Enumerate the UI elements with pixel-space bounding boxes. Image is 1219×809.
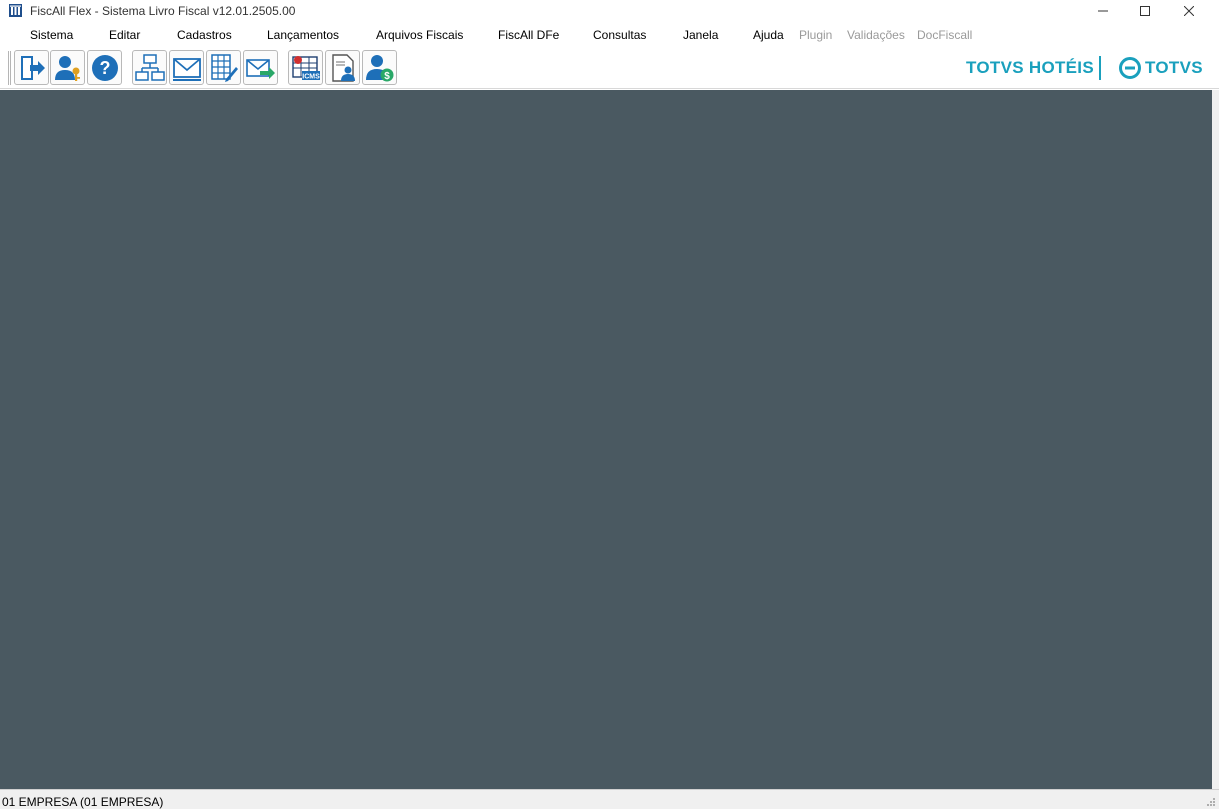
menu-editar[interactable]: Editar: [109, 28, 140, 42]
user-finance-button[interactable]: $: [362, 50, 397, 85]
menu-ajuda[interactable]: Ajuda: [753, 28, 784, 42]
user-document-icon: [331, 53, 355, 82]
mail-button[interactable]: [169, 50, 204, 85]
icms-button[interactable]: ICMS: [288, 50, 323, 85]
close-button[interactable]: [1166, 0, 1212, 22]
mdi-workspace[interactable]: [0, 90, 1212, 789]
exit-button[interactable]: [14, 50, 49, 85]
structure-button[interactable]: [132, 50, 167, 85]
menu-sistema[interactable]: Sistema: [30, 28, 73, 42]
maximize-icon: [1140, 6, 1150, 16]
menu-consultas[interactable]: Consultas: [593, 28, 646, 42]
menu-validacoes: Validações: [847, 28, 905, 42]
help-icon: ?: [91, 54, 118, 81]
spreadsheet-button[interactable]: [206, 50, 241, 85]
exit-door-icon: [20, 55, 45, 80]
toolbar-grip[interactable]: [8, 51, 11, 85]
status-bar: 01 EMPRESA (01 EMPRESA): [0, 789, 1219, 809]
menu-arquivos-fiscais[interactable]: Arquivos Fiscais: [376, 28, 463, 42]
network-structure-icon: [134, 53, 165, 81]
icms-table-icon: ICMS: [291, 55, 320, 80]
menu-plugin: Plugin: [799, 28, 833, 42]
user-document-button[interactable]: [325, 50, 360, 85]
title-bar: FiscAll Flex - Sistema Livro Fiscal v12.…: [0, 0, 1219, 22]
menu-lancamentos[interactable]: Lançamentos: [267, 28, 339, 42]
user-money-icon: $: [365, 54, 393, 82]
minimize-icon: [1098, 10, 1108, 12]
brand-totvs: TOTVS: [1145, 58, 1203, 77]
minimize-button[interactable]: [1080, 0, 1126, 22]
menu-janela[interactable]: Janela: [683, 28, 718, 42]
menu-cadastros[interactable]: Cadastros: [177, 28, 232, 42]
resize-grip-icon[interactable]: [1206, 797, 1216, 807]
window-edge: [1212, 90, 1219, 789]
svg-text:?: ?: [99, 58, 110, 78]
brand-divider: [1099, 56, 1101, 80]
maximize-button[interactable]: [1122, 0, 1168, 22]
menu-bar: Sistema Editar Cadastros Lançamentos Arq…: [0, 25, 1219, 45]
svg-text:$: $: [384, 71, 390, 82]
help-button[interactable]: ?: [87, 50, 122, 85]
totvs-logo-icon: [1119, 57, 1141, 79]
send-mail-button[interactable]: [243, 50, 278, 85]
menu-fiscall-dfe[interactable]: FiscAll DFe: [498, 28, 559, 42]
brand-totvs-hoteis: TOTVS HOTÉIS: [966, 58, 1094, 77]
icms-badge-label: ICMS: [302, 73, 320, 80]
close-icon: [1184, 6, 1194, 16]
menu-docfiscall: DocFiscall: [917, 28, 973, 42]
mail-icon: [172, 57, 201, 81]
status-company: 01 EMPRESA (01 EMPRESA): [2, 795, 164, 809]
window-title: FiscAll Flex - Sistema Livro Fiscal v12.…: [30, 4, 296, 18]
user-key-icon: [54, 55, 80, 81]
user-permissions-button[interactable]: [50, 50, 85, 85]
app-logo-icon: [9, 4, 22, 17]
spreadsheet-edit-icon: [210, 53, 238, 82]
send-mail-icon: [245, 58, 275, 79]
